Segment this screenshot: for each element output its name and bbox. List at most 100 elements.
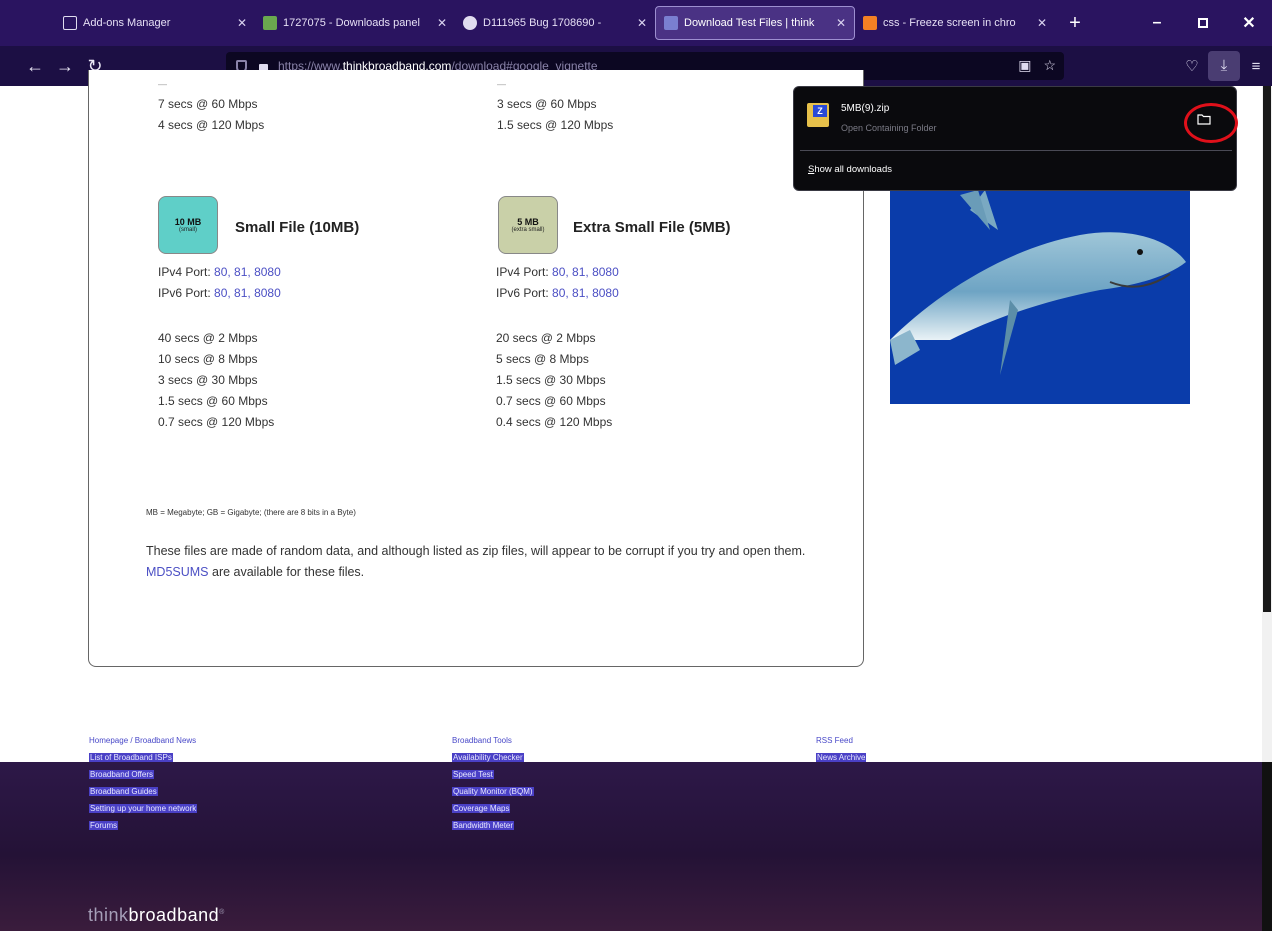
speed-line: 10 secs @ 8 Mbps [158,352,258,366]
window-controls: – ✕ [1134,0,1272,46]
close-icon[interactable]: ✕ [431,16,447,30]
page-scrollbar-lower[interactable] [1262,762,1272,931]
zip-file-icon: Z [807,103,829,127]
small-file-badge[interactable]: 10 MB (small) [158,196,218,254]
thinkbroadband-logo[interactable]: thinkbroadband® [88,905,225,926]
tab-download-test-files[interactable]: Download Test Files | think ✕ [655,6,855,40]
cut-line: ― [497,84,506,89]
tab-phabricator[interactable]: D111965 Bug 1708690 - ✕ [455,6,655,40]
footer-link-text: Broadband Guides [89,787,158,796]
ipv6-port-links[interactable]: 80, 81, 8080 [552,286,619,300]
ipv6-port-links[interactable]: 80, 81, 8080 [214,286,281,300]
pocket-icon[interactable]: ♡ [1176,57,1208,75]
description-text: These files are made of random data, and… [146,541,846,583]
speed-line: 4 secs @ 120 Mbps [158,118,265,132]
small-file-title: Small File (10MB) [235,219,360,236]
badge-sub: (extra small) [511,227,545,233]
show-all-downloads-button[interactable]: Show all downloads [808,164,892,175]
speed-line: 1.5 secs @ 120 Mbps [497,118,614,132]
extra-small-file-badge[interactable]: 5 MB (extra small) [498,196,558,254]
footer-link-text: Homepage / Broadband News [89,736,197,745]
shark-illustration [890,190,1186,375]
footer-link-text: Forums [89,821,119,830]
badge-size: 10 MB [174,217,202,227]
page-scrollbar-thumb[interactable] [1263,86,1271,612]
footer-link-text: News Archive [816,753,867,762]
ipv4-port-row: IPv4 Port: 80, 81, 8080 [158,262,281,283]
menu-icon[interactable]: ≡ [1240,58,1272,75]
ipv6-label: IPv6 Port: [496,286,549,300]
close-icon[interactable]: ✕ [1031,16,1047,30]
footer-link[interactable]: RSS Feed [816,732,866,749]
download-item[interactable]: Z 5MB(9).zip Open Containing Folder [794,87,1238,147]
close-icon[interactable]: ✕ [631,16,647,30]
ipv4-port-links[interactable]: 80, 81, 8080 [214,265,281,279]
speed-list-cut-left: ― 7 secs @ 60 Mbps 4 secs @ 120 Mbps [158,84,264,136]
reader-view-icon[interactable]: ▣ [1018,57,1031,74]
ipv4-port-links[interactable]: 80, 81, 8080 [552,265,619,279]
speed-line: 1.5 secs @ 60 Mbps [158,394,268,408]
minimize-button[interactable]: – [1134,0,1180,46]
footer-link[interactable]: Forums [89,817,197,834]
tab-stackoverflow[interactable]: css - Freeze screen in chro ✕ [855,6,1055,40]
download-arrow-icon: ⤓ [1220,57,1228,74]
new-tab-button[interactable]: + [1061,12,1089,35]
footer-link[interactable]: Bandwidth Meter [452,817,534,834]
speed-line: 1.5 secs @ 30 Mbps [496,373,606,387]
forward-button[interactable]: → [50,56,80,77]
close-icon[interactable]: ✕ [830,16,846,30]
footer-link[interactable]: Homepage / Broadband News [89,732,197,749]
bookmark-star-icon[interactable]: ☆ [1043,57,1056,74]
close-icon[interactable]: ✕ [231,16,247,30]
maximize-button[interactable] [1180,0,1226,46]
ipv6-port-row: IPv6 Port: 80, 81, 8080 [496,283,619,304]
tab-title: Download Test Files | think [684,17,815,29]
speed-line: 3 secs @ 30 Mbps [158,373,258,387]
small-file-ports: IPv4 Port: 80, 81, 8080 IPv6 Port: 80, 8… [158,262,281,304]
shark-advert-image[interactable] [890,190,1190,404]
md5sums-link[interactable]: MD5SUMS [146,565,209,579]
footer-link[interactable]: Setting up your home network [89,800,198,817]
panel-separator [800,150,1232,151]
page-icon [664,16,678,30]
footer-link[interactable]: Availability Checker [452,749,534,766]
footer-link[interactable]: List of Broadband ISPs [89,749,197,766]
tab-title: D111965 Bug 1708690 - [483,17,602,29]
close-window-button[interactable]: ✕ [1226,0,1272,46]
footer-link-text: Speed Test [452,770,494,779]
tab-strip: Add-ons Manager ✕ 1727075 - Downloads pa… [0,0,1272,46]
footer-link[interactable]: Speed Test [452,766,534,783]
tab-addons-manager[interactable]: Add-ons Manager ✕ [55,6,255,40]
maximize-icon [1198,18,1208,28]
cut-line: ― [158,84,167,89]
ipv4-label: IPv4 Port: [496,265,549,279]
footer-link[interactable]: Quality Monitor (BQM) [452,783,534,800]
speed-line: 7 secs @ 60 Mbps [158,97,258,111]
extra-small-file-times: 20 secs @ 2 Mbps 5 secs @ 8 Mbps 1.5 sec… [496,328,612,433]
back-button[interactable]: ← [20,56,50,77]
show-all-label: how all downloads [814,164,892,175]
footer-link-text: Broadband Tools [452,736,512,745]
downloads-panel: Z 5MB(9).zip Open Containing Folder Show… [793,86,1238,191]
speed-line: 3 secs @ 60 Mbps [497,97,597,111]
gear-icon [463,16,477,30]
footer-link[interactable]: Coverage Maps [452,800,534,817]
tab-bugzilla[interactable]: 1727075 - Downloads panel ✕ [255,6,455,40]
footer-link[interactable]: Broadband Guides [89,783,197,800]
footer-link-text: Setting up your home network [89,804,198,813]
footer-link[interactable]: Broadband Tools [452,732,534,749]
tab-title: Add-ons Manager [83,17,171,29]
speed-list-cut-right: ― 3 secs @ 60 Mbps 1.5 secs @ 120 Mbps [497,84,613,136]
highlight-circle [1184,103,1238,143]
footer-link[interactable]: Broadband Offers [89,766,197,783]
toolbar-right: ♡ ⤓ ≡ [1176,46,1272,86]
puzzle-icon [63,16,77,30]
badge-sub: (small) [179,227,197,233]
speed-line: 0.7 secs @ 60 Mbps [496,394,606,408]
trademark-symbol: ® [219,909,225,916]
footer-link[interactable]: News Archive [816,749,867,766]
downloads-button[interactable]: ⤓ [1208,51,1240,81]
badge-size: 5 MB [517,217,539,227]
footer-link-text: Bandwidth Meter [452,821,515,830]
footer-link-text: Availability Checker [452,753,524,762]
